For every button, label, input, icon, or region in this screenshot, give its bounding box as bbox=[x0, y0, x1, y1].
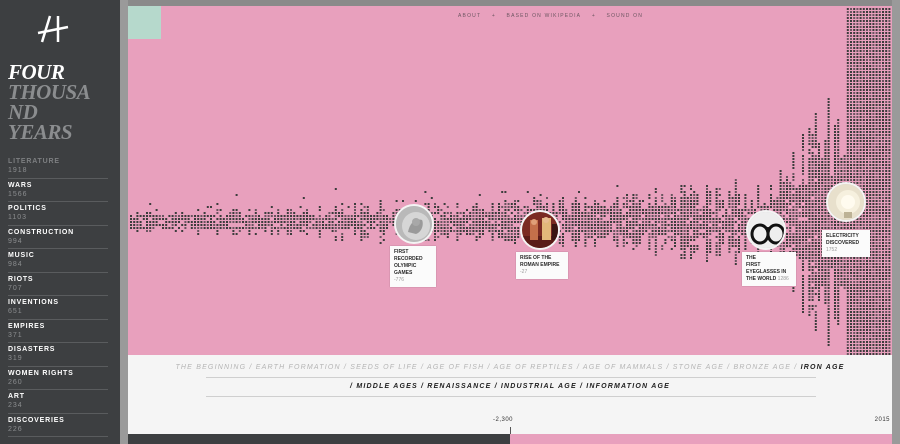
age-link[interactable]: BRONZE AGE / bbox=[733, 364, 797, 371]
top-nav: ABOUT + BASED ON WIKIPEDIA + SOUND ON bbox=[458, 13, 651, 19]
category-count: 651 bbox=[8, 308, 23, 315]
event-title: ROMAN EMPIRE bbox=[520, 262, 560, 268]
event-title: RISE OF THE bbox=[520, 255, 552, 261]
sidebar: FOUR THOUSA ND YEARS LITERATURE 1918 WARS 1… bbox=[0, 0, 120, 444]
event-year: -776 bbox=[394, 277, 405, 283]
category-name: WOMEN RIGHTS bbox=[8, 369, 74, 377]
category-count: 1918 bbox=[8, 167, 28, 174]
olympic-coin-image bbox=[394, 204, 434, 244]
category-item[interactable]: WARS 1566 bbox=[8, 179, 108, 202]
event-card: ELECTRICITY DISCOVERED 1752 bbox=[822, 230, 870, 257]
category-name: WARS bbox=[8, 181, 33, 189]
timeline-range[interactable] bbox=[510, 434, 892, 444]
eyeglasses-image bbox=[746, 210, 786, 250]
age-link[interactable]: AGE OF REPTILES / bbox=[494, 364, 580, 371]
current-age[interactable]: IRON AGE bbox=[801, 364, 845, 371]
logo-icon[interactable] bbox=[36, 14, 70, 44]
category-name: MUSIC bbox=[8, 252, 35, 259]
divider bbox=[206, 396, 816, 397]
based-on-wikipedia-link[interactable]: BASED ON WIKIPEDIA bbox=[507, 13, 582, 19]
category-item[interactable]: WOMEN RIGHTS 260 bbox=[8, 367, 108, 390]
category-count: 319 bbox=[8, 355, 23, 362]
age-link[interactable]: AGE OF MAMMALS / bbox=[583, 364, 670, 371]
category-count: 371 bbox=[8, 331, 23, 339]
event-title: DISCOVERED bbox=[826, 240, 860, 246]
left-divider bbox=[120, 0, 128, 444]
category-item[interactable]: POLITICS 1103 bbox=[8, 202, 108, 226]
age-link[interactable]: EARTH FORMATION / bbox=[256, 364, 347, 371]
ages-line-2[interactable]: / MIDDLE AGES / RENAISSANCE / INDUSTRIAL… bbox=[128, 383, 892, 390]
age-link[interactable]: AGE OF FISH / bbox=[427, 364, 491, 371]
event-title: THE bbox=[746, 255, 756, 261]
right-divider bbox=[892, 0, 900, 444]
ages-bar: THE BEGINNING / EARTH FORMATION / SEEDS … bbox=[128, 355, 892, 434]
title-line-3: ND bbox=[8, 100, 38, 124]
category-name: ART bbox=[8, 393, 25, 400]
title-line-4: YEARS bbox=[8, 120, 73, 144]
event-title: FIRST EYEGLASSES IN bbox=[746, 262, 787, 275]
age-link[interactable]: STONE AGE / bbox=[673, 364, 731, 371]
category-item[interactable]: LITERATURE 1918 bbox=[8, 155, 108, 179]
category-name: CONSTRUCTION bbox=[8, 228, 74, 236]
event-title: FIRST RECORDED bbox=[394, 249, 423, 262]
roman-painting-image bbox=[520, 210, 560, 250]
category-count: 1103 bbox=[8, 214, 28, 221]
category-name: DISCOVERIES bbox=[8, 416, 65, 424]
category-item[interactable]: INVENTIONS 651 bbox=[8, 296, 108, 320]
age-link[interactable]: SEEDS OF LIFE / bbox=[350, 364, 424, 371]
category-name: INVENTIONS bbox=[8, 299, 59, 306]
category-item[interactable]: RIOTS 707 bbox=[8, 273, 108, 296]
timeline-start-label: -2,300 bbox=[493, 417, 514, 423]
visualization-area: ABOUT + BASED ON WIKIPEDIA + SOUND ON FI… bbox=[128, 6, 892, 355]
main-panel: ABOUT + BASED ON WIKIPEDIA + SOUND ON FI… bbox=[128, 6, 892, 444]
event-year: 1752 bbox=[826, 247, 838, 253]
category-item[interactable]: DISCOVERIES 226 bbox=[8, 414, 108, 437]
category-list: LITERATURE 1918 WARS 1566 POLITICS 1103 CONSTR… bbox=[8, 155, 108, 437]
sound-toggle[interactable]: SOUND ON bbox=[607, 13, 644, 19]
timeline-end-label: 2015 bbox=[874, 417, 890, 423]
category-name: RIOTS bbox=[8, 275, 34, 283]
accent-square[interactable] bbox=[128, 6, 161, 39]
category-item[interactable]: DISASTERS 319 bbox=[8, 343, 108, 367]
category-item[interactable]: MUSIC 984 bbox=[8, 249, 108, 273]
event-density-plot[interactable] bbox=[128, 6, 892, 355]
age-link[interactable]: THE BEGINNING / bbox=[175, 364, 252, 371]
category-count: 707 bbox=[8, 284, 23, 292]
event-title: OLYMPIC GAMES bbox=[394, 263, 417, 276]
category-name: POLITICS bbox=[8, 205, 47, 212]
event-card: FIRST RECORDED OLYMPIC GAMES -776 bbox=[390, 246, 436, 287]
nav-separator: + bbox=[591, 13, 596, 19]
lightbulb-image bbox=[826, 182, 866, 222]
category-count: 226 bbox=[8, 425, 23, 433]
ages-line-1: THE BEGINNING / EARTH FORMATION / SEEDS … bbox=[128, 364, 892, 371]
event-card: RISE OF THE ROMAN EMPIRE -27 bbox=[516, 252, 568, 279]
event-card: THE FIRST EYEGLASSES IN THE WORLD 1286 bbox=[742, 252, 796, 286]
app-title: FOUR THOUSA ND YEARS bbox=[8, 60, 118, 144]
event-year: 1286 bbox=[777, 276, 789, 282]
category-name: LITERATURE bbox=[8, 158, 60, 165]
event-title: ELECTRICITY bbox=[826, 233, 859, 239]
category-item[interactable]: ART 234 bbox=[8, 390, 108, 414]
title-line-1: FOUR bbox=[8, 60, 65, 84]
category-item[interactable]: EMPIRES 371 bbox=[8, 320, 108, 343]
category-count: 234 bbox=[8, 402, 23, 409]
category-count: 994 bbox=[8, 237, 23, 245]
nav-separator: + bbox=[491, 13, 496, 19]
event-title: THE WORLD bbox=[746, 276, 777, 282]
event-year: -27 bbox=[520, 269, 528, 275]
category-name: DISASTERS bbox=[8, 346, 56, 353]
divider bbox=[206, 377, 816, 378]
category-count: 260 bbox=[8, 378, 23, 386]
category-count: 1566 bbox=[8, 190, 28, 198]
title-line-2: THOUSA bbox=[8, 80, 91, 104]
category-name: EMPIRES bbox=[8, 322, 46, 330]
category-item[interactable]: CONSTRUCTION 994 bbox=[8, 226, 108, 249]
category-count: 984 bbox=[8, 261, 23, 268]
timeline-marker[interactable] bbox=[510, 427, 511, 434]
about-link[interactable]: ABOUT bbox=[458, 13, 481, 19]
event-dots bbox=[130, 8, 891, 355]
